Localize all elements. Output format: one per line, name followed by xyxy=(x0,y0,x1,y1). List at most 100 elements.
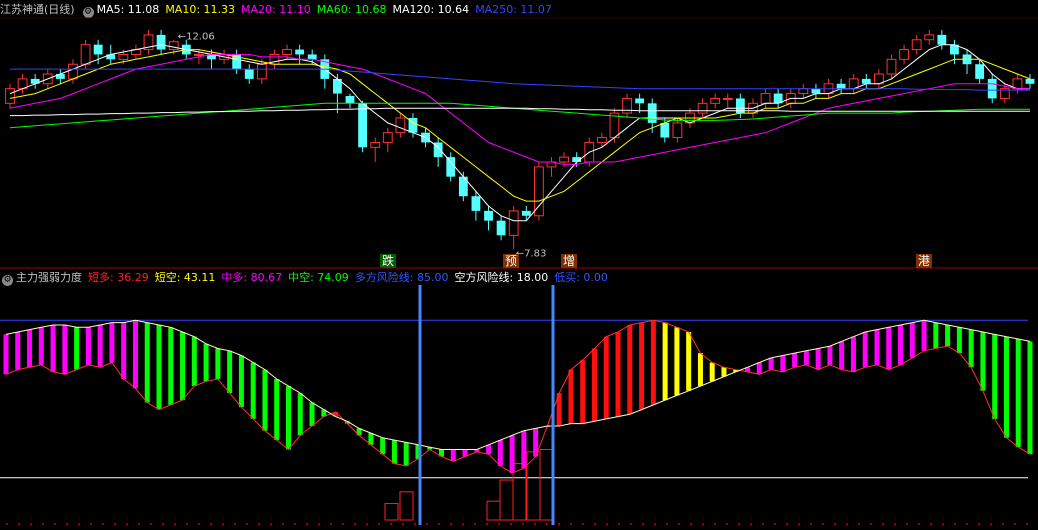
histogram-bar xyxy=(3,334,9,375)
baseline-dot xyxy=(798,523,800,525)
candle-body xyxy=(80,44,91,65)
candle-body xyxy=(899,49,909,60)
baseline-dot xyxy=(834,523,836,525)
histogram-bar xyxy=(580,360,586,424)
candle-body xyxy=(68,63,78,80)
histogram-bar xyxy=(50,324,56,372)
baseline-dot xyxy=(174,523,176,525)
baseline-dot xyxy=(42,523,44,525)
histogram-bar xyxy=(62,324,68,375)
histogram-bar xyxy=(803,350,809,365)
candle-body xyxy=(446,157,456,177)
baseline-dot xyxy=(582,523,584,525)
baseline-dot xyxy=(234,523,236,525)
baseline-dot xyxy=(642,523,644,525)
candle-body xyxy=(382,132,393,143)
candle-body xyxy=(861,78,871,84)
histogram-bar xyxy=(238,355,244,408)
histogram-bar xyxy=(662,322,668,401)
baseline-dot xyxy=(702,523,704,525)
baseline-dot xyxy=(1014,523,1016,525)
baseline-dot xyxy=(678,523,680,525)
histogram-bar xyxy=(1003,336,1009,438)
candle-body xyxy=(307,54,317,60)
histogram-bar xyxy=(168,327,174,405)
histogram-bar xyxy=(74,327,80,370)
candle-body xyxy=(358,103,367,148)
histogram-bar xyxy=(97,324,103,368)
low-buy-bar xyxy=(499,479,514,521)
baseline-dot xyxy=(858,523,860,525)
baseline-dot xyxy=(6,523,8,525)
baseline-dot xyxy=(342,523,344,525)
baseline-dot xyxy=(942,523,944,525)
candle-body xyxy=(672,122,683,139)
baseline-dot xyxy=(78,523,80,525)
histogram-bar xyxy=(38,327,44,365)
baseline-dot xyxy=(102,523,104,525)
histogram-bar xyxy=(180,332,186,401)
histogram-bar xyxy=(380,437,386,455)
histogram-bar xyxy=(898,324,904,365)
histogram-bar xyxy=(945,324,951,347)
baseline-dot xyxy=(426,523,428,525)
low-buy-bar xyxy=(526,451,541,521)
candle-body xyxy=(295,49,305,55)
candle-body xyxy=(647,103,657,123)
baseline-dot xyxy=(270,523,272,525)
baseline-dot xyxy=(90,523,92,525)
histogram-bar xyxy=(262,369,268,431)
baseline-dot xyxy=(810,523,812,525)
baseline-dot xyxy=(438,523,440,525)
baseline-dot xyxy=(594,523,596,525)
candle-body xyxy=(395,117,406,134)
baseline-dot xyxy=(126,523,128,525)
candle-body xyxy=(508,210,519,236)
candle-body xyxy=(987,78,997,99)
low-price-label: ←7.83 xyxy=(516,249,547,260)
histogram-bar xyxy=(309,402,315,426)
histogram-bar xyxy=(1015,339,1021,448)
baseline-dot xyxy=(138,523,140,525)
histogram-bar xyxy=(980,332,986,391)
baseline-dot xyxy=(366,523,368,525)
baseline-dot xyxy=(978,523,980,525)
event-tag[interactable]: 跌 xyxy=(380,254,397,268)
baseline-dot xyxy=(894,523,896,525)
baseline-dot xyxy=(570,523,572,525)
ma-line-ma120 xyxy=(10,107,1030,117)
low-buy-bar xyxy=(539,449,554,521)
histogram-bar xyxy=(274,379,280,441)
baseline-dot xyxy=(786,523,788,525)
histogram-bar xyxy=(509,435,515,473)
histogram-bar xyxy=(709,362,715,382)
histogram-bar xyxy=(486,444,492,455)
baseline-dot xyxy=(378,523,380,525)
candle-body xyxy=(722,97,733,100)
candle-body xyxy=(345,96,355,104)
histogram-bar xyxy=(639,322,645,410)
candle-body xyxy=(521,210,531,216)
candle-body xyxy=(622,97,632,114)
baseline-dot xyxy=(294,523,296,525)
histogram-bar xyxy=(109,322,115,363)
event-tag[interactable]: 增 xyxy=(561,254,578,268)
histogram-bar xyxy=(968,329,974,368)
candle-body xyxy=(93,44,103,55)
histogram-bar xyxy=(839,341,845,370)
baseline-dot xyxy=(510,523,512,525)
histogram-bar xyxy=(992,334,998,419)
baseline-dot xyxy=(738,523,740,525)
histogram-bar xyxy=(391,440,397,464)
histogram-bar xyxy=(156,324,162,410)
baseline-dot xyxy=(450,523,452,525)
event-tag[interactable]: 预 xyxy=(503,254,520,268)
candle-body xyxy=(660,122,670,138)
histogram-bar xyxy=(227,350,233,394)
candle-body xyxy=(710,97,721,104)
baseline-dot xyxy=(282,523,284,525)
histogram-bar xyxy=(132,320,138,389)
baseline-dot xyxy=(654,523,656,525)
event-tag[interactable]: 港 xyxy=(916,254,933,268)
baseline-dot xyxy=(66,523,68,525)
